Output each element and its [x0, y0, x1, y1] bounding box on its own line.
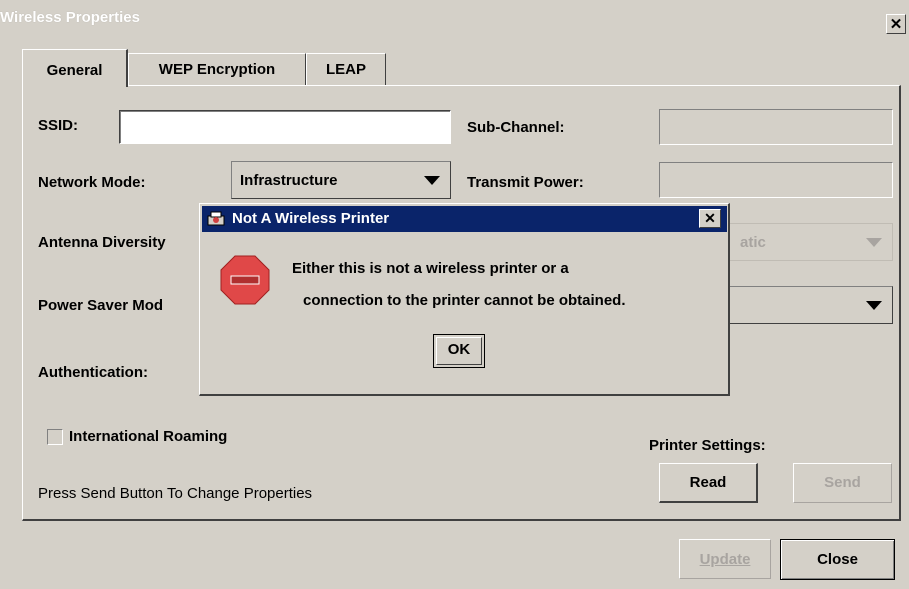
tab-leap[interactable]: LEAP — [306, 53, 386, 86]
wireless-properties-window: Wireless Properties ✕ General WEP Encryp… — [0, 0, 909, 589]
ok-button[interactable]: OK — [433, 334, 485, 368]
antenna-diversity-value: atic — [740, 234, 766, 251]
read-button-label: Read — [689, 474, 727, 491]
international-roaming-checkbox[interactable] — [47, 429, 63, 445]
not-wireless-printer-dialog: Not A Wireless Printer ✕ Either this is … — [199, 203, 730, 396]
tab-general-label: General — [46, 62, 103, 79]
chevron-down-icon — [424, 176, 440, 185]
power-saver-label: Power Saver Mod — [38, 297, 164, 314]
close-button-label: Close — [817, 551, 858, 568]
dialog-titlebar: Not A Wireless Printer ✕ — [202, 206, 727, 232]
network-mode-select[interactable]: Infrastructure — [231, 161, 451, 199]
update-button[interactable]: Update — [679, 539, 771, 579]
transmit-power-label: Transmit Power: — [467, 174, 584, 191]
network-mode-value: Infrastructure — [240, 172, 338, 189]
international-roaming-label[interactable]: International Roaming — [69, 428, 227, 445]
window-titlebar: Wireless Properties ✕ — [0, 0, 909, 34]
dialog-message-line2: connection to the printer cannot be obta… — [303, 292, 626, 309]
ssid-input[interactable] — [119, 110, 451, 144]
printer-app-icon — [207, 211, 225, 226]
antenna-diversity-label: Antenna Diversity — [38, 234, 166, 251]
ssid-label: SSID: — [38, 117, 79, 134]
send-button[interactable]: Send — [793, 463, 892, 503]
tab-wep-encryption[interactable]: WEP Encryption — [128, 53, 306, 86]
network-mode-label: Network Mode: — [38, 174, 146, 191]
subchannel-input[interactable] — [659, 109, 893, 145]
authentication-label: Authentication: — [38, 364, 148, 381]
dialog-message-line1: Either this is not a wireless printer or… — [292, 260, 569, 277]
printer-settings-label: Printer Settings: — [649, 437, 766, 454]
tab-wep-encryption-label: WEP Encryption — [158, 61, 276, 78]
transmit-power-input[interactable] — [659, 162, 893, 198]
chevron-down-icon — [866, 301, 882, 310]
window-close-button[interactable]: ✕ — [886, 14, 906, 34]
close-button[interactable]: Close — [780, 539, 895, 580]
tab-general[interactable]: General — [22, 49, 128, 87]
tab-leap-label: LEAP — [325, 61, 366, 78]
read-button[interactable]: Read — [659, 463, 758, 503]
stop-icon — [220, 255, 270, 305]
chevron-down-icon — [866, 238, 882, 247]
dialog-close-button[interactable]: ✕ — [699, 209, 721, 228]
window-title: Wireless Properties — [0, 9, 140, 26]
status-text: Press Send Button To Change Properties — [38, 485, 313, 502]
close-icon: ✕ — [889, 16, 903, 33]
ok-button-label: OK — [447, 341, 471, 358]
send-button-label: Send — [824, 474, 861, 491]
dialog-title: Not A Wireless Printer — [232, 210, 390, 227]
update-button-label: Update — [699, 551, 751, 568]
subchannel-label: Sub-Channel: — [467, 119, 565, 136]
close-icon: ✕ — [704, 210, 716, 226]
